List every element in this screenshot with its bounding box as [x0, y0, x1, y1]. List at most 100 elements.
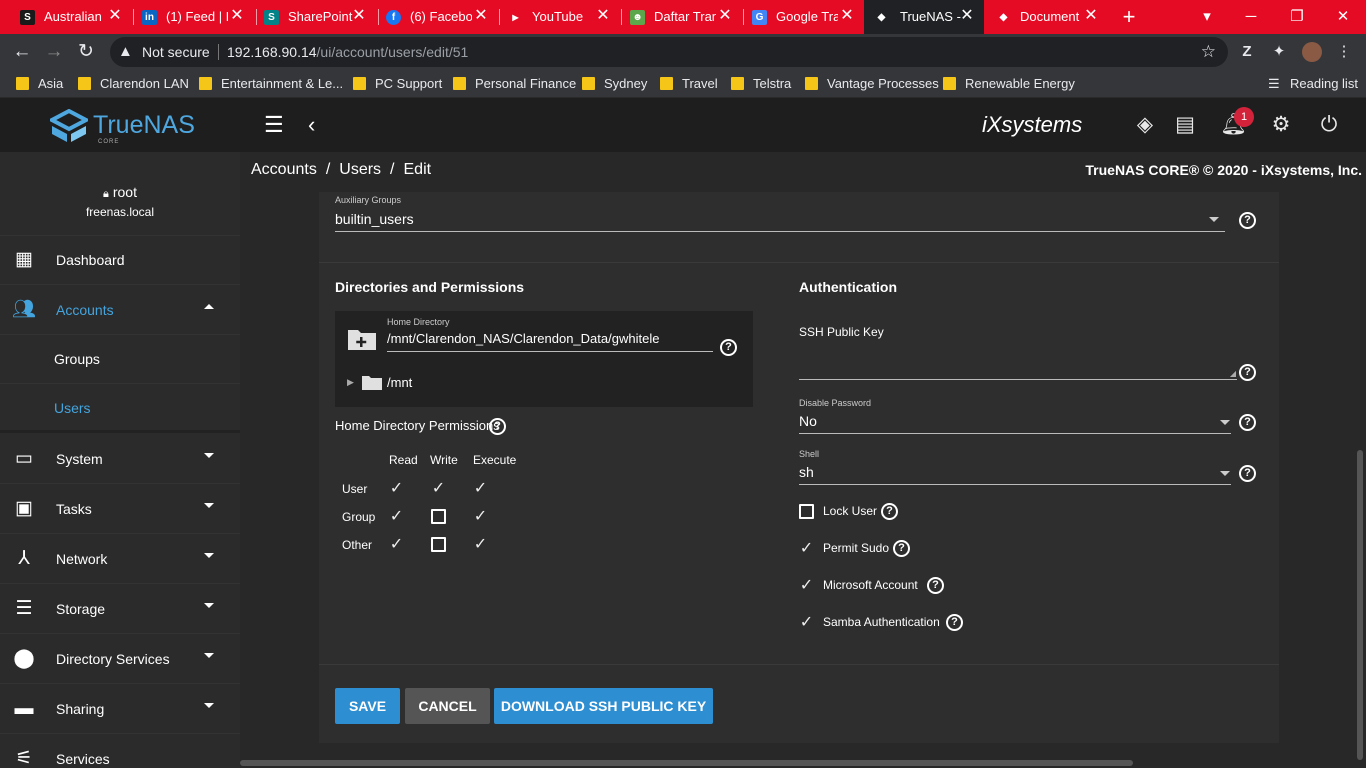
breadcrumb-accounts[interactable]: Accounts: [251, 161, 317, 178]
bookmark-folder[interactable]: Personal Finance: [453, 76, 576, 91]
lock-user-label[interactable]: Lock User: [823, 504, 877, 518]
bookmark-folder[interactable]: Clarendon LAN: [78, 76, 189, 91]
other-read-checkbox[interactable]: ✓: [389, 537, 404, 553]
bookmark-folder[interactable]: PC Support: [353, 76, 442, 91]
sidebar-item-users[interactable]: Users: [0, 384, 240, 433]
settings-gear-icon[interactable]: ⚙: [1268, 112, 1294, 138]
browser-tab[interactable]: S Australian ✕: [20, 0, 124, 34]
power-icon[interactable]: ⏻: [1316, 112, 1342, 138]
browser-tab[interactable]: G Google Tra ✕: [752, 0, 856, 34]
vertical-scrollbar[interactable]: [1357, 450, 1363, 760]
help-icon[interactable]: ?: [720, 339, 737, 356]
bookmark-folder[interactable]: Telstra: [731, 76, 791, 91]
resize-handle-icon[interactable]: ◢: [1230, 369, 1236, 378]
user-execute-checkbox[interactable]: ✓: [473, 481, 488, 497]
close-tab-icon[interactable]: ✕: [350, 7, 368, 25]
user-read-checkbox[interactable]: ✓: [389, 481, 404, 497]
sidebar-item-services[interactable]: ⚟ Services: [0, 735, 240, 768]
sidebar-item-directory-services[interactable]: ⬤ Directory Services: [0, 635, 240, 684]
breadcrumb-users[interactable]: Users: [339, 161, 381, 178]
browser-tab[interactable]: ☻ Daftar Tran ✕: [630, 0, 734, 34]
microsoft-account-checkbox[interactable]: ✓: [799, 578, 814, 594]
sidebar-item-tasks[interactable]: ▣ Tasks: [0, 485, 240, 534]
not-secure-label[interactable]: Not secure: [142, 44, 210, 60]
permit-sudo-checkbox[interactable]: ✓: [799, 541, 814, 557]
copyright-text[interactable]: TrueNAS CORE® © 2020 - iXsystems, Inc.: [1085, 162, 1362, 178]
other-write-checkbox[interactable]: [431, 537, 446, 552]
collapse-sidebar-icon[interactable]: ‹: [308, 113, 326, 137]
group-execute-checkbox[interactable]: ✓: [473, 509, 488, 525]
other-execute-checkbox[interactable]: ✓: [473, 537, 488, 553]
truecommand-icon[interactable]: ◈: [1132, 112, 1158, 138]
aux-groups-select[interactable]: builtin_users: [335, 211, 1225, 232]
close-tab-icon[interactable]: ✕: [228, 7, 246, 25]
browser-tab[interactable]: f (6) Facebo ✕: [386, 0, 490, 34]
bookmark-folder[interactable]: Vantage Processes: [805, 76, 939, 91]
tree-expand-icon[interactable]: ▶: [347, 377, 354, 388]
group-write-checkbox[interactable]: [431, 509, 446, 524]
profile-avatar[interactable]: [1302, 42, 1322, 62]
sidebar-item-dashboard[interactable]: ▦ Dashboard: [0, 236, 240, 285]
new-tab-icon[interactable]: +: [1117, 5, 1141, 29]
close-tab-icon[interactable]: ✕: [838, 7, 856, 25]
reading-list[interactable]: ☰ Reading list: [1268, 76, 1358, 91]
truenas-logo[interactable]: TrueNAS CORE: [47, 108, 200, 145]
sidebar-item-storage[interactable]: ☰ Storage: [0, 585, 240, 634]
bookmark-star-icon[interactable]: ☆: [1201, 42, 1216, 62]
back-icon[interactable]: ←: [10, 40, 34, 64]
address-bar[interactable]: ▲ Not secure 192.168.90.14/ui/account/us…: [110, 37, 1228, 67]
warning-icon[interactable]: ▲: [118, 43, 133, 60]
help-icon[interactable]: ?: [1239, 212, 1256, 229]
tree-root-label[interactable]: /mnt: [387, 375, 412, 390]
tab-search-icon[interactable]: ▾: [1195, 5, 1219, 29]
samba-auth-checkbox[interactable]: ✓: [799, 615, 814, 631]
help-icon[interactable]: ?: [1239, 414, 1256, 431]
disable-password-select[interactable]: No: [799, 413, 1231, 434]
help-icon[interactable]: ?: [1239, 364, 1256, 381]
help-icon[interactable]: ?: [927, 577, 944, 594]
lock-user-checkbox[interactable]: [799, 504, 814, 519]
close-window-icon[interactable]: ✕: [1331, 5, 1355, 29]
sidebar-item-sharing[interactable]: ▬ Sharing: [0, 685, 240, 734]
help-icon[interactable]: ?: [489, 418, 506, 435]
help-icon[interactable]: ?: [893, 540, 910, 557]
browser-tab-active[interactable]: ◆ TrueNAS - ✕: [864, 0, 984, 34]
help-icon[interactable]: ?: [1239, 465, 1256, 482]
minimize-icon[interactable]: ─: [1239, 5, 1263, 29]
bookmark-folder[interactable]: Renewable Energy: [943, 76, 1075, 91]
sidebar-item-system[interactable]: ▭ System: [0, 435, 240, 484]
bookmark-folder[interactable]: Sydney: [582, 76, 647, 91]
ixsystems-logo[interactable]: iXsystems: [982, 112, 1102, 140]
sidebar-item-network[interactable]: ⅄ Network: [0, 535, 240, 584]
samba-auth-label[interactable]: Samba Authentication: [823, 615, 940, 629]
shell-select[interactable]: sh: [799, 464, 1231, 485]
close-tab-icon[interactable]: ✕: [472, 7, 490, 25]
close-tab-icon[interactable]: ✕: [716, 7, 734, 25]
microsoft-account-label[interactable]: Microsoft Account: [823, 578, 918, 592]
permit-sudo-label[interactable]: Permit Sudo: [823, 541, 889, 555]
horizontal-scrollbar[interactable]: [240, 760, 1133, 766]
save-button[interactable]: SAVE: [335, 688, 400, 724]
task-manager-icon[interactable]: ▤: [1172, 112, 1198, 138]
group-read-checkbox[interactable]: ✓: [389, 509, 404, 525]
browser-tab[interactable]: in (1) Feed | L ✕: [142, 0, 246, 34]
reload-icon[interactable]: ↻: [74, 40, 98, 64]
help-icon[interactable]: ?: [881, 503, 898, 520]
sidebar-item-accounts[interactable]: 👥︎ Accounts: [0, 286, 240, 335]
close-tab-icon[interactable]: ✕: [106, 7, 124, 25]
extensions-icon[interactable]: ✦: [1269, 42, 1289, 62]
home-directory-input[interactable]: /mnt/Clarendon_NAS/Clarendon_Data/gwhite…: [387, 331, 713, 352]
zotero-extension-icon[interactable]: Z: [1237, 42, 1257, 62]
download-ssh-key-button[interactable]: DOWNLOAD SSH PUBLIC KEY: [494, 688, 713, 724]
help-icon[interactable]: ?: [946, 614, 963, 631]
bookmark-folder[interactable]: Asia: [16, 76, 63, 91]
close-tab-icon[interactable]: ✕: [1082, 7, 1100, 25]
bookmark-folder[interactable]: Travel: [660, 76, 718, 91]
user-write-checkbox[interactable]: ✓: [431, 481, 446, 497]
url-text[interactable]: 192.168.90.14/ui/account/users/edit/51: [227, 44, 468, 60]
forward-icon[interactable]: →: [42, 40, 66, 64]
close-tab-icon[interactable]: ✕: [594, 7, 612, 25]
cancel-button[interactable]: CANCEL: [405, 688, 490, 724]
browser-tab[interactable]: ◆ Document ✕: [996, 0, 1100, 34]
close-tab-icon[interactable]: ✕: [958, 7, 976, 25]
